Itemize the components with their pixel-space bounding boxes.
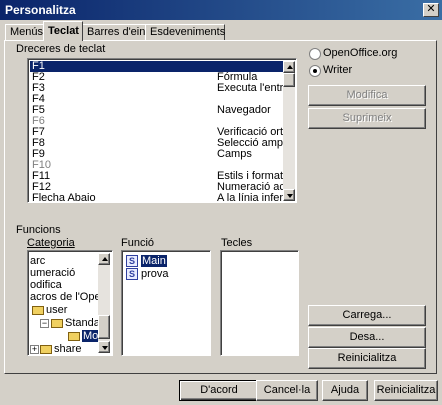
modify-button-label: Modifica [346, 89, 388, 101]
footer-reset-button-label: Reinicialitza [376, 384, 436, 396]
shortcut-rows: F1F2FórmulaF3Executa l'entradaF4F5Navega… [30, 61, 283, 201]
tree-item-share[interactable]: share [54, 343, 82, 354]
cancel-button-label: Cancel·la [263, 384, 311, 396]
tab-menus[interactable]: Menús [5, 24, 45, 40]
scroll-up-button[interactable] [98, 253, 110, 265]
tree-item[interactable]: arc [30, 255, 45, 267]
folder-icon [68, 332, 80, 341]
save-button[interactable]: Desa... [308, 327, 426, 348]
shortcut-command: Camps [217, 148, 252, 160]
load-button-label: Carrega... [342, 309, 392, 321]
function-item-prova[interactable]: prova [141, 268, 169, 280]
functions-label: Funcions [16, 224, 61, 236]
help-button[interactable]: Ajuda [322, 380, 368, 401]
scroll-up-button[interactable] [283, 61, 295, 73]
tree-item[interactable]: umeració [30, 267, 75, 279]
tab-events-label: Esdeveniments [150, 26, 226, 38]
tab-keyboard[interactable]: Teclat [43, 21, 83, 41]
keys-label: Tecles [221, 237, 253, 249]
tab-keyboard-label: Teclat [48, 25, 79, 37]
radio-openoffice[interactable] [309, 48, 321, 60]
tree-item-user[interactable]: user [46, 304, 67, 316]
radio-writer-label: Writer [323, 64, 353, 76]
modify-button[interactable]: Modifica [308, 85, 426, 106]
tab-events[interactable]: Esdeveniments [145, 24, 225, 40]
cancel-button[interactable]: Cancel·la [256, 380, 318, 401]
category-tree-viewport: arc umeració odifica acros de l'OpenOf u… [30, 253, 98, 354]
keys-list[interactable] [220, 250, 299, 356]
footer-reset-button[interactable]: Reinicialitza [374, 380, 438, 401]
scroll-thumb[interactable] [98, 315, 110, 339]
shortcut-command: Executa l'entrada [217, 82, 283, 94]
title-bar[interactable]: Personalitza ✕ [0, 0, 442, 20]
close-button[interactable]: ✕ [423, 3, 439, 17]
folder-icon [32, 306, 44, 315]
shortcut-row[interactable]: F9 Camps [30, 149, 283, 160]
reset-button-label: Reinicialitza [337, 352, 397, 364]
scroll-down-button[interactable] [98, 341, 110, 353]
tree-item-module[interactable]: Mod [82, 330, 98, 342]
macro-icon: S [126, 268, 138, 280]
reset-button[interactable]: Reinicialitza [308, 348, 426, 369]
arrow-down-icon [287, 194, 293, 198]
shortcut-row[interactable]: F3Executa l'entrada [30, 83, 283, 94]
delete-button-label: Suprimeix [342, 112, 392, 124]
folder-icon [40, 345, 52, 354]
shortcut-scrollbar[interactable] [283, 61, 295, 201]
tree-item-standard[interactable]: Standard [65, 317, 98, 329]
function-item-main[interactable]: Main [141, 255, 167, 267]
folder-icon [51, 319, 63, 328]
shortcut-key: Flecha Abajo [32, 192, 96, 202]
tab-menus-label: Menús [10, 26, 44, 38]
close-icon: ✕ [426, 3, 436, 15]
arrow-down-icon [102, 346, 108, 350]
category-scrollbar[interactable] [98, 253, 110, 353]
shortcut-command: Navegador [217, 104, 271, 116]
shortcut-row[interactable]: Flecha Abajo A la línia inferior [30, 192, 283, 202]
tab-toolbars[interactable]: Barres d'eines [82, 24, 157, 40]
scroll-down-button[interactable] [283, 189, 295, 201]
function-label: Funció [121, 237, 155, 249]
ok-button-label: D'acord [200, 384, 238, 396]
help-button-label: Ajuda [330, 384, 360, 396]
scroll-thumb[interactable] [283, 73, 295, 87]
function-list[interactable]: S Main S prova [121, 250, 211, 356]
category-tree[interactable]: arc umeració odifica acros de l'OpenOf u… [27, 250, 113, 356]
radio-writer[interactable] [309, 65, 321, 77]
expand-icon[interactable]: + [30, 345, 39, 354]
category-label: Categoria [27, 237, 75, 249]
load-button[interactable]: Carrega... [308, 305, 426, 326]
shortcut-command: A la línia inferior [217, 192, 283, 202]
shortcut-list[interactable]: F1F2FórmulaF3Executa l'entradaF4F5Navega… [27, 58, 297, 203]
arrow-up-icon [287, 65, 293, 69]
collapse-icon[interactable]: − [40, 319, 49, 328]
ok-button[interactable]: D'acord [179, 380, 259, 401]
tree-item[interactable]: acros de l'OpenOf [30, 291, 98, 303]
save-button-label: Desa... [349, 331, 385, 343]
macro-icon: S [126, 255, 138, 267]
shortcut-row[interactable]: F5 Navegador [30, 105, 283, 116]
arrow-up-icon [102, 257, 108, 261]
tree-item[interactable]: odifica [30, 279, 62, 291]
window-title: Personalitza [5, 3, 76, 17]
radio-openoffice-label: OpenOffice.org [323, 47, 398, 59]
delete-button[interactable]: Suprimeix [308, 108, 426, 129]
shortcut-keys-label: Dreceres de teclat [16, 43, 106, 55]
radio-selected-dot [313, 69, 317, 73]
